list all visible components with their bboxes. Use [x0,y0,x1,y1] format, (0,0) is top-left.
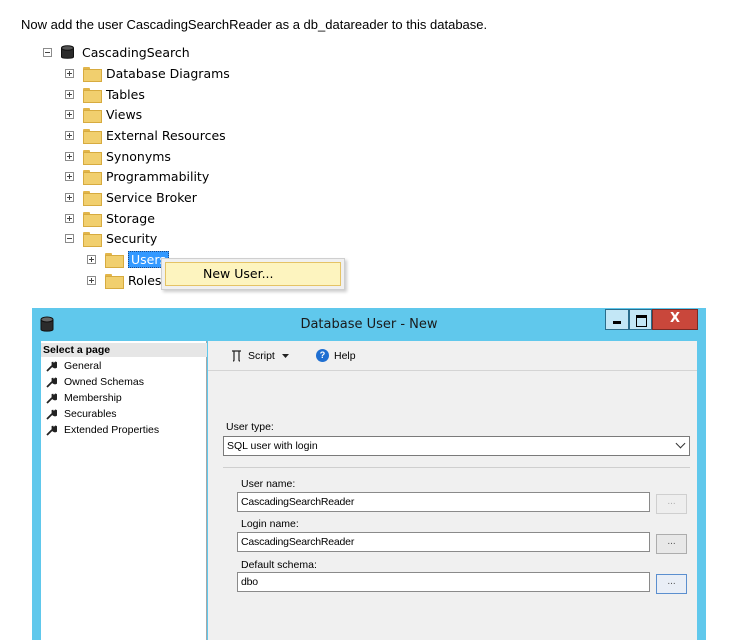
expand-icon[interactable] [65,109,74,119]
folder-icon [105,252,124,268]
expand-icon[interactable] [65,171,74,181]
dialog-toolbar: Script ? Help [208,341,697,371]
script-icon [232,350,241,362]
dialog-titlebar[interactable]: Database User - New X [32,308,706,341]
tree-node-label: Synonyms [106,148,171,164]
expand-icon[interactable] [87,254,96,264]
page-item-owned-schemas[interactable]: Owned Schemas [46,374,144,390]
folder-icon [83,107,102,123]
general-page-pane: Script ? Help User type: SQL user with l… [208,341,697,640]
expand-icon[interactable] [65,151,74,161]
database-user-dialog: Database User - New X Select a page Gene… [32,308,706,640]
folder-icon [83,66,102,82]
menu-item-new-user[interactable]: New User... [165,262,341,286]
tree-node-label: External Resources [106,127,226,143]
page-item-extended-properties[interactable]: Extended Properties [46,422,159,438]
tree-node-tables[interactable]: Tables [65,84,145,104]
user-name-label: User name: [241,478,296,490]
page-item-membership[interactable]: Membership [46,390,122,406]
dropdown-arrow-icon[interactable] [281,353,290,359]
page-item-label: Owned Schemas [64,376,144,388]
wrench-icon [46,425,57,436]
tree-node-label: Security [106,230,158,246]
tree-node-service-broker[interactable]: Service Broker [65,187,197,207]
select-page-pane: Select a page General Owned Schemas Memb… [41,341,207,640]
wrench-icon [46,393,57,404]
page-item-label: Extended Properties [64,424,160,436]
page-item-label: General [64,360,102,372]
collapse-icon[interactable] [43,47,52,57]
script-label: Script [248,349,275,362]
tree-node-external-resources[interactable]: External Resources [65,125,226,145]
tree-node-users[interactable]: Users [87,249,170,269]
minimize-button[interactable] [605,309,629,330]
tree-node-label: Database Diagrams [106,65,230,81]
tree-node-roles[interactable]: Roles [87,270,161,290]
collapse-icon[interactable] [65,233,74,243]
folder-icon [83,211,102,227]
folder-icon [83,231,102,247]
tree-node-storage[interactable]: Storage [65,208,155,228]
user-type-value: SQL user with login [227,440,318,452]
user-type-label: User type: [226,421,274,433]
close-button[interactable]: X [652,309,698,330]
tree-node-database[interactable]: CascadingSearch [43,42,190,62]
expand-icon[interactable] [65,89,74,99]
user-type-select[interactable]: SQL user with login [223,436,690,456]
folder-icon [83,190,102,206]
user-name-browse-button[interactable]: ... [656,494,687,514]
user-name-field[interactable]: CascadingSearchReader [237,492,650,512]
tree-node-label: Tables [106,86,145,102]
default-schema-browse-button[interactable]: ... [656,574,687,594]
maximize-button[interactable] [629,309,652,330]
login-name-field[interactable]: CascadingSearchReader [237,532,650,552]
instruction-text: Now add the user CascadingSearchReader a… [21,17,488,32]
default-schema-label: Default schema: [241,559,317,571]
expand-icon[interactable] [65,130,74,140]
tree-node-views[interactable]: Views [65,104,142,124]
folder-icon [83,87,102,103]
context-menu: New User... [161,258,345,290]
tree-node-programmability[interactable]: Programmability [65,166,209,186]
tree-node-label: Roles [128,272,162,288]
help-icon: ? [316,349,329,362]
close-icon: X [669,311,681,326]
tree-node-database-diagrams[interactable]: Database Diagrams [65,63,230,83]
tree-node-label: CascadingSearch [82,44,190,60]
folder-icon [83,128,102,144]
tree-node-synonyms[interactable]: Synonyms [65,146,171,166]
wrench-icon [46,361,57,372]
page-item-label: Securables [64,408,117,420]
select-page-header: Select a page [41,343,207,357]
tree-node-label: Storage [106,210,155,226]
page-item-general[interactable]: General [46,358,101,374]
chevron-down-icon [675,438,686,449]
wrench-icon [46,409,57,420]
help-label: Help [334,349,356,362]
login-name-label: Login name: [241,518,299,530]
folder-icon [105,273,124,289]
tree-node-label: Programmability [106,168,210,184]
script-button[interactable]: Script [230,349,290,362]
wrench-icon [46,377,57,388]
database-icon [61,44,74,59]
expand-icon[interactable] [65,213,74,223]
tree-node-label: Service Broker [106,189,197,205]
help-button[interactable]: ? Help [316,349,356,362]
tree-node-security[interactable]: Security [65,228,157,248]
tree-node-label: Views [106,106,143,122]
page-item-label: Membership [64,392,122,404]
expand-icon[interactable] [65,68,74,78]
expand-icon[interactable] [65,192,74,202]
page-item-securables[interactable]: Securables [46,406,117,422]
folder-icon [83,149,102,165]
divider [223,467,690,468]
expand-icon[interactable] [87,275,96,285]
login-name-browse-button[interactable]: ... [656,534,687,554]
default-schema-field[interactable]: dbo [237,572,650,592]
folder-icon [83,169,102,185]
